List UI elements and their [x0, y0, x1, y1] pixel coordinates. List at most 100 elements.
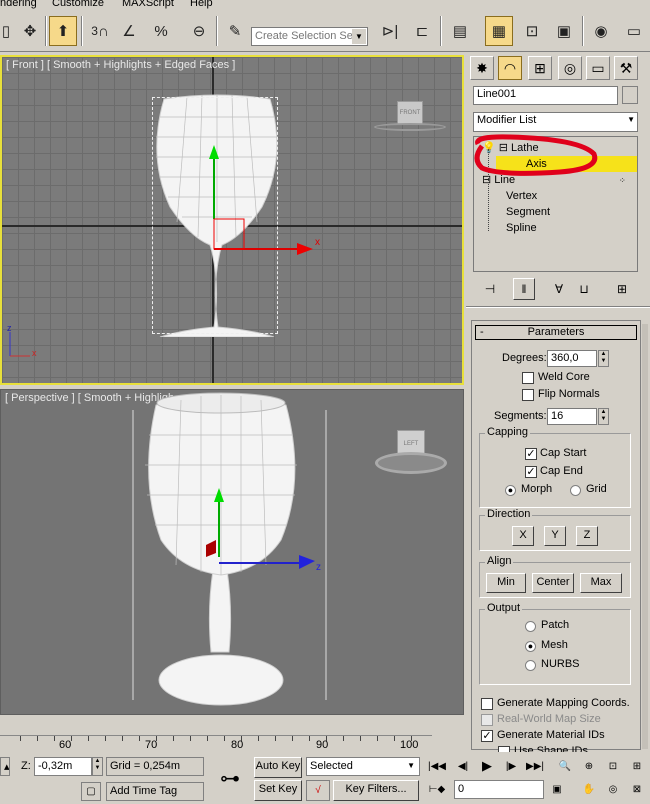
next-frame-icon[interactable]: |▶ [502, 757, 520, 775]
zoom-extents-all-icon[interactable]: ⊞ [628, 757, 646, 775]
menu-help[interactable]: Help [190, 0, 213, 9]
real-world-checkbox [481, 714, 493, 726]
motion-tab-icon[interactable]: ◎ [558, 56, 582, 80]
key-icon[interactable]: ⊶ [212, 760, 248, 796]
auto-key-button[interactable]: Auto Key [254, 757, 302, 778]
material-editor-icon[interactable]: ▣ [550, 16, 578, 46]
selection-set-dropdown[interactable]: Create Selection Set ▼ [251, 27, 368, 46]
create-tab-icon[interactable]: ✸ [470, 56, 494, 80]
show-end-result-icon[interactable]: ‖ [513, 278, 535, 300]
align-icon[interactable]: ⊏ [408, 16, 436, 46]
percent-snap-icon[interactable]: % [147, 16, 175, 46]
direction-y-label: Y [551, 529, 559, 541]
viewcube-ring[interactable] [374, 123, 446, 131]
render-setup-icon[interactable]: ◉ [587, 16, 615, 46]
mesh-radio[interactable]: ● [525, 641, 536, 652]
object-name-field[interactable]: Line001 [473, 86, 618, 105]
direction-x-button[interactable]: X [512, 526, 534, 546]
cap-end-checkbox[interactable]: ✓ [525, 466, 537, 478]
angle-snap-icon[interactable]: ∠ [115, 16, 143, 46]
zoom-all-icon[interactable]: ⊕ [580, 757, 598, 775]
cap-start-checkbox[interactable]: ✓ [525, 448, 537, 460]
degrees-spinner[interactable]: ▲ ▼ [598, 350, 609, 367]
previous-frame-icon[interactable]: ◀| [454, 757, 472, 775]
current-frame-field[interactable]: 0 [454, 780, 544, 799]
maximize-viewport-icon[interactable]: ⊠ [628, 780, 646, 798]
set-key-button[interactable]: Set Key [254, 780, 302, 801]
display-tab-icon[interactable]: ▭ [586, 56, 610, 80]
degrees-value: 360,0 [551, 352, 579, 364]
add-time-tag-button[interactable]: Add Time Tag [106, 782, 204, 801]
object-color-swatch[interactable] [622, 86, 638, 104]
go-to-start-icon[interactable]: |◀◀ [428, 757, 446, 775]
move-icon[interactable]: ✥ [16, 16, 44, 46]
zoom-extents-icon[interactable]: ⊡ [604, 757, 622, 775]
pin-stack-icon[interactable]: ⊣ [479, 278, 501, 300]
render-icon[interactable]: ▭ [620, 16, 648, 46]
configure-modifier-sets-icon[interactable]: ⊞ [611, 278, 633, 300]
play-icon[interactable]: ▶ [478, 757, 496, 775]
make-unique-icon[interactable]: ∀ [548, 278, 570, 300]
cap-start-label: Cap Start [540, 447, 587, 459]
zoom-icon[interactable]: 🔍 [556, 757, 574, 775]
gen-mapping-checkbox[interactable] [481, 698, 493, 710]
key-filters-button[interactable]: Key Filters... [333, 780, 419, 801]
panel-scrollbar[interactable] [642, 324, 648, 749]
perspective-viewport[interactable]: [ Perspective ] [ Smooth + Highligh z LE… [0, 389, 464, 715]
edit-named-selection-icon[interactable]: ✎ [221, 16, 249, 46]
patch-radio[interactable] [525, 621, 536, 632]
viewcube[interactable]: FRONT [397, 101, 423, 125]
stack-item-segment[interactable]: Segment [506, 204, 650, 220]
align-center-label: Center [536, 576, 570, 588]
timeline-ruler[interactable]: 60 70 80 90 100 [0, 735, 432, 753]
time-configuration-icon[interactable]: ▣ [548, 780, 566, 798]
orbit-icon[interactable]: ◎ [604, 780, 622, 798]
viewcube-ring[interactable] [375, 452, 447, 474]
utilities-tab-icon[interactable]: ⚒ [614, 56, 638, 80]
align-center-button[interactable]: Center [532, 573, 574, 593]
flip-normals-checkbox[interactable] [522, 389, 534, 401]
pan-icon[interactable]: ✋ [580, 780, 598, 798]
menu-maxscript[interactable]: MAXScript [122, 0, 174, 9]
front-viewport[interactable]: [ Front ] [ Smooth + Highlights + Edged … [0, 55, 464, 385]
gen-material-checkbox[interactable]: ✓ [481, 730, 493, 742]
segments-spinner[interactable]: ▲ ▼ [598, 408, 609, 425]
viewport-label[interactable]: [ Front ] [ Smooth + Highlights + Edged … [6, 59, 235, 71]
parameters-header[interactable]: - Parameters [475, 325, 637, 340]
menu-customize[interactable]: Customize [52, 0, 104, 9]
key-mode-icon[interactable]: √ [306, 780, 330, 801]
key-selection-dropdown[interactable]: Selected ▼ [306, 757, 420, 776]
z-coordinate-field[interactable]: -0,32m [34, 757, 92, 776]
mirror-icon[interactable]: ⊳| [376, 16, 404, 46]
align-min-button[interactable]: Min [486, 573, 526, 593]
schematic-view-icon[interactable]: ⊡ [518, 16, 546, 46]
snap-toggle-icon[interactable]: 3 ∩ [86, 16, 114, 46]
layer-manager-icon[interactable]: ▤ [446, 16, 474, 46]
time-tag-icon[interactable]: ▢ [81, 782, 101, 801]
y-spinner-fragment[interactable]: ▴ [0, 757, 10, 776]
hierarchy-tab-icon[interactable]: ⊞ [528, 56, 552, 80]
grid-radio[interactable] [570, 485, 581, 496]
stack-item-spline[interactable]: Spline [506, 220, 650, 236]
align-max-button[interactable]: Max [580, 573, 622, 593]
select-and-link-icon[interactable]: ⬆ [49, 16, 77, 46]
toolbar-separator [582, 16, 584, 46]
morph-radio[interactable]: ● [505, 485, 516, 496]
remove-modifier-icon[interactable]: ⊔ [573, 278, 595, 300]
spinner-snap-icon[interactable]: ⊖ [185, 16, 213, 46]
z-coordinate-spinner[interactable]: ▲ ▼ [92, 757, 103, 776]
weld-core-checkbox[interactable] [522, 372, 534, 384]
nurbs-radio[interactable] [525, 660, 536, 671]
key-mode-toggle-icon[interactable]: ⊢◆ [428, 780, 446, 798]
segments-field[interactable]: 16 [547, 408, 597, 425]
go-to-end-icon[interactable]: ▶▶| [526, 757, 544, 775]
curve-editor-icon[interactable]: ▦ [485, 16, 513, 46]
modifier-list-dropdown[interactable]: Modifier List ▼ [473, 112, 638, 132]
direction-y-button[interactable]: Y [544, 526, 566, 546]
set-key-label: Set Key [258, 783, 298, 795]
direction-z-button[interactable]: Z [576, 526, 598, 546]
modify-tab-icon[interactable]: ◠ [498, 56, 522, 80]
degrees-field[interactable]: 360,0 [547, 350, 597, 367]
stack-item-label: Vertex [506, 190, 538, 202]
menu-rendering[interactable]: ndering [0, 0, 37, 9]
